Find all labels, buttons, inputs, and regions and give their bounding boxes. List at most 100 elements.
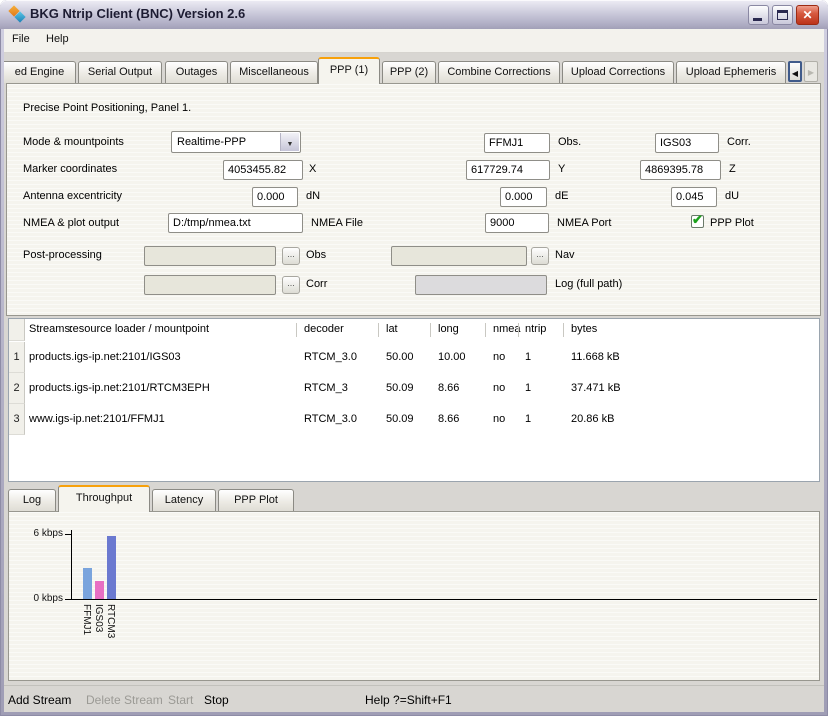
delete-stream-button[interactable]: Delete Stream (86, 693, 163, 707)
antenna-de-input[interactable] (500, 187, 547, 207)
tab-ppp-plot[interactable]: PPP Plot (218, 489, 294, 511)
chevron-down-icon: ▼ (287, 141, 294, 148)
corr-mountpoint-input[interactable] (655, 133, 719, 153)
table-row-ntrip[interactable]: 1 (525, 413, 531, 425)
tab-scroll-right-button[interactable]: ▶ (804, 61, 818, 82)
check-icon: ✔ (692, 212, 703, 228)
browse-obs-button[interactable]: ... (282, 247, 300, 265)
table-row-ntrip[interactable]: 1 (525, 382, 531, 394)
browse-nav-button[interactable]: ... (531, 247, 549, 265)
post-nav-input[interactable] (391, 246, 527, 266)
table-row-decoder[interactable]: RTCM_3 (304, 382, 348, 394)
nmea-file-label: NMEA File (311, 217, 363, 229)
table-row-long[interactable]: 8.66 (438, 413, 459, 425)
streams-caption: Streams: (29, 323, 73, 335)
post-log-input[interactable] (415, 275, 547, 295)
table-row-lat[interactable]: 50.09 (386, 382, 414, 394)
col-header-nmea[interactable]: nmea (493, 323, 521, 335)
throughput-chart-bars: FFMJ1IGS03RTCM3 (71, 530, 811, 650)
table-row-nmea[interactable]: no (493, 413, 505, 425)
tab-upload-ephemeris[interactable]: Upload Ephemeris (676, 61, 786, 83)
table-row-bytes[interactable]: 20.86 kB (571, 413, 614, 425)
col-header-long[interactable]: long (438, 323, 459, 335)
table-row-source[interactable]: www.igs-ip.net:2101/FFMJ1 (29, 413, 165, 425)
start-button[interactable]: Start (168, 693, 193, 707)
tab-miscellaneous[interactable]: Miscellaneous (230, 61, 318, 83)
table-row-ntrip[interactable]: 1 (525, 351, 531, 363)
arrow-left-icon: ◀ (792, 69, 798, 78)
tab-throughput[interactable]: Throughput (58, 485, 150, 512)
x-label: X (309, 163, 316, 175)
table-row-nmea[interactable]: no (493, 351, 505, 363)
close-button[interactable]: ✕ (796, 5, 819, 25)
tab-log[interactable]: Log (8, 489, 56, 511)
table-row-lat[interactable]: 50.09 (386, 413, 414, 425)
row-header[interactable]: 3 (9, 404, 25, 435)
marker-x-input[interactable] (223, 160, 303, 180)
tab-combine-corrections[interactable]: Combine Corrections (438, 61, 560, 83)
table-row-nmea[interactable]: no (493, 382, 505, 394)
maximize-button[interactable] (772, 5, 793, 25)
de-label: dE (555, 190, 568, 202)
tab-serial-output[interactable]: Serial Output (78, 61, 162, 83)
browse-corr-button[interactable]: ... (282, 276, 300, 294)
tab-upload-corrections[interactable]: Upload Corrections (562, 61, 674, 83)
marker-y-input[interactable] (466, 160, 550, 180)
minimize-button[interactable] (748, 5, 769, 25)
tab-scroll-left-button[interactable]: ◀ (788, 61, 802, 82)
post-corr-label: Corr (306, 278, 327, 290)
menu-help[interactable]: Help (46, 33, 69, 45)
ppp-plot-checkbox[interactable]: ✔ (691, 215, 704, 228)
titlebar[interactable]: BKG Ntrip Client (BNC) Version 2.6 ✕ (0, 0, 828, 29)
col-header-ntrip[interactable]: ntrip (525, 323, 546, 335)
table-row-source[interactable]: products.igs-ip.net:2101/IGS03 (29, 351, 181, 363)
chart-bar-IGS03 (95, 581, 104, 599)
tab-ppp-1[interactable]: PPP (1) (318, 57, 380, 84)
menu-file[interactable]: File (12, 33, 30, 45)
row-header[interactable]: 1 (9, 342, 25, 373)
table-row-source[interactable]: products.igs-ip.net:2101/RTCM3EPH (29, 382, 210, 394)
nmea-port-label: NMEA Port (557, 217, 611, 229)
row-header[interactable]: 2 (9, 373, 25, 404)
add-stream-button[interactable]: Add Stream (8, 693, 71, 707)
table-row-long[interactable]: 10.00 (438, 351, 466, 363)
antenna-excentricity-label: Antenna excentricity (23, 190, 122, 202)
dn-label: dN (306, 190, 320, 202)
table-row-lat[interactable]: 50.00 (386, 351, 414, 363)
minimize-icon (753, 18, 762, 21)
mode-combobox[interactable]: Realtime-PPP ▼ (171, 131, 301, 153)
table-row-bytes[interactable]: 11.668 kB (571, 351, 620, 363)
nmea-plot-output-label: NMEA & plot output (23, 217, 119, 229)
chart-category-label: FFMJ1 (81, 604, 92, 635)
table-row-decoder[interactable]: RTCM_3.0 (304, 351, 357, 363)
post-corr-input[interactable] (144, 275, 276, 295)
post-obs-input[interactable] (144, 246, 276, 266)
stop-button[interactable]: Stop (204, 693, 229, 707)
app-window: BKG Ntrip Client (BNC) Version 2.6 ✕ Fil… (0, 0, 828, 716)
antenna-dn-input[interactable] (252, 187, 298, 207)
window-title: BKG Ntrip Client (BNC) Version 2.6 (30, 6, 245, 21)
tab-ppp-2[interactable]: PPP (2) (382, 61, 436, 83)
marker-coordinates-label: Marker coordinates (23, 163, 117, 175)
combo-dropdown-button[interactable]: ▼ (280, 133, 299, 151)
table-row-long[interactable]: 8.66 (438, 382, 459, 394)
obs-mountpoint-input[interactable] (484, 133, 550, 153)
antenna-du-input[interactable] (671, 187, 717, 207)
nmea-port-input[interactable] (485, 213, 549, 233)
col-header-lat[interactable]: lat (386, 323, 398, 335)
tab-feed-engine[interactable]: ed Engine (4, 61, 76, 83)
chart-bar-FFMJ1 (83, 568, 92, 599)
col-header-bytes[interactable]: bytes (571, 323, 597, 335)
tab-outages[interactable]: Outages (165, 61, 228, 83)
col-header-mountpoint[interactable]: resource loader / mountpoint (69, 323, 209, 335)
marker-z-input[interactable] (640, 160, 721, 180)
obs-label: Obs. (558, 136, 581, 148)
menu-bar: File Help (4, 29, 824, 53)
table-row-decoder[interactable]: RTCM_3.0 (304, 413, 357, 425)
arrow-right-icon: ▶ (808, 68, 814, 77)
col-header-decoder[interactable]: decoder (304, 323, 344, 335)
tab-latency[interactable]: Latency (152, 489, 216, 511)
table-row-bytes[interactable]: 37.471 kB (571, 382, 621, 394)
help-shortcut-button[interactable]: Help ?=Shift+F1 (365, 693, 452, 707)
nmea-file-input[interactable] (168, 213, 303, 233)
